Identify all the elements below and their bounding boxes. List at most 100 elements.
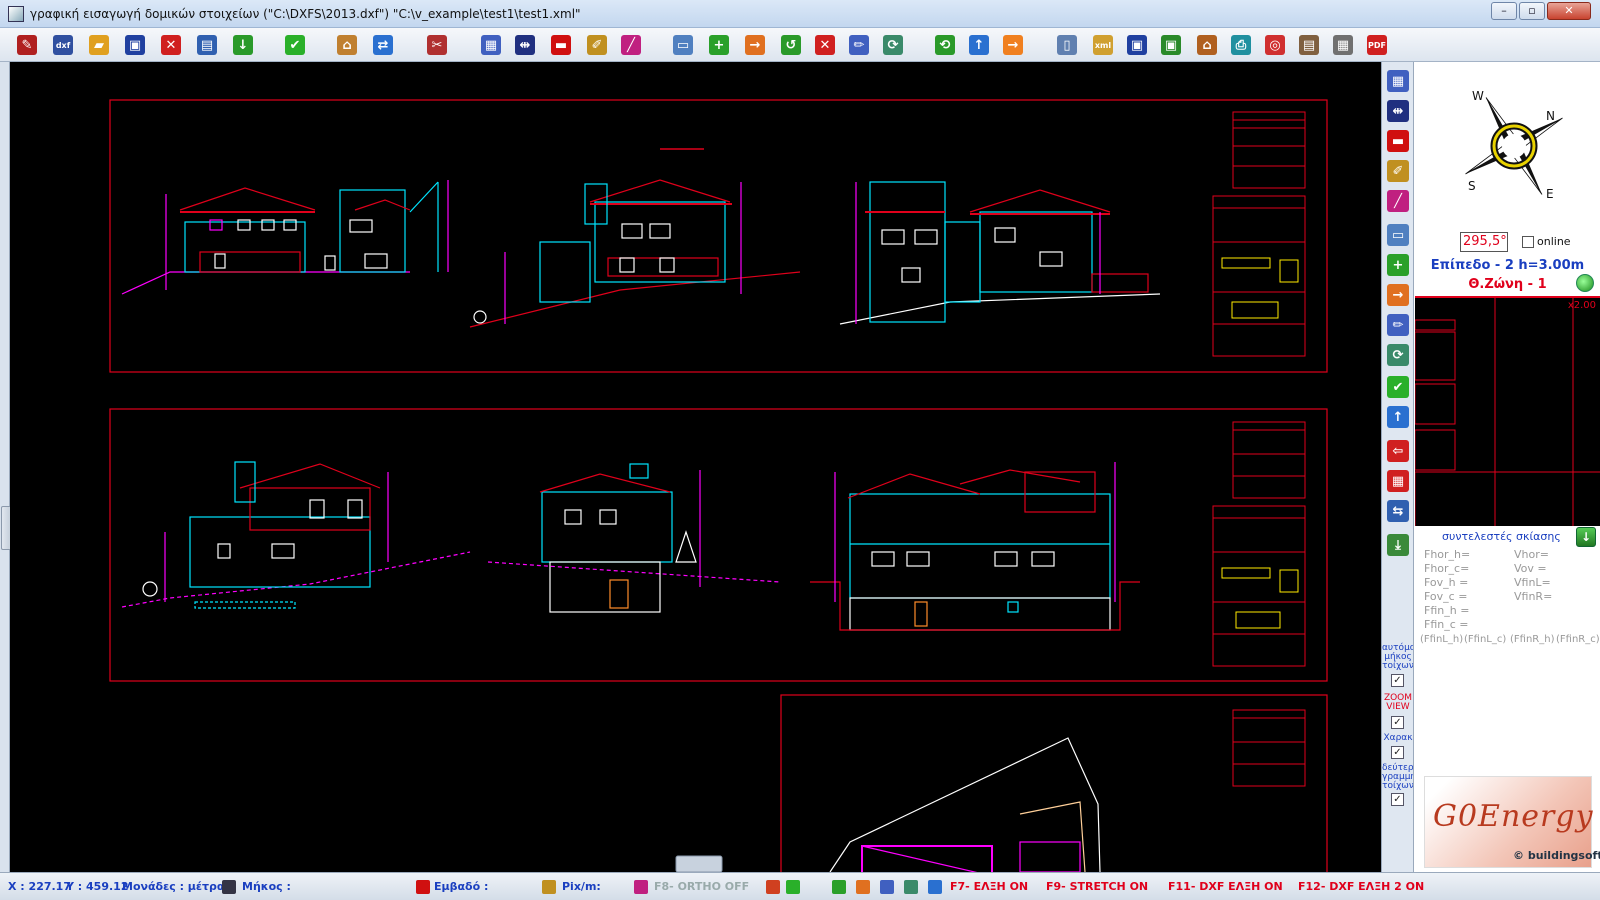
calculator-button[interactable]: ▦ [1330, 32, 1356, 58]
forward-button[interactable]: → [1000, 32, 1026, 58]
ortho-toggle[interactable]: F8- ORTHO OFF [654, 880, 749, 893]
status-add-icon[interactable] [832, 880, 846, 894]
down-arrow-button[interactable]: ↓ [230, 32, 256, 58]
confirm-icon[interactable] [786, 880, 800, 894]
maximize-button[interactable]: ▫ [1519, 2, 1545, 20]
side-wall-icon: ▬ [1387, 130, 1409, 152]
target-button[interactable]: ◎ [1262, 32, 1288, 58]
building-button[interactable]: ⌂ [334, 32, 360, 58]
open-folder-button[interactable]: ▰ [86, 32, 112, 58]
forward-icon: → [1003, 35, 1023, 55]
edit-tool-button[interactable]: ✎ [14, 32, 40, 58]
status-move-icon[interactable] [856, 880, 870, 894]
dxf-import-button[interactable]: dxf [50, 32, 76, 58]
second-line-checkbox[interactable]: ✓ [1391, 793, 1404, 806]
refresh-button[interactable]: ⟲ [932, 32, 958, 58]
sheet-frame-2 [109, 408, 1328, 682]
f9-stretch-toggle[interactable]: F9- STRETCH ON [1046, 880, 1148, 893]
tools-button[interactable]: ✂ [424, 32, 450, 58]
side-move-button[interactable]: → [1385, 282, 1411, 308]
new-doc-button[interactable]: ▯ [1054, 32, 1080, 58]
clipboard-icon: ▤ [1299, 35, 1319, 55]
shading-apply-button[interactable]: ↓ [1576, 527, 1596, 547]
side-confirm-button[interactable]: ✔ [1385, 374, 1411, 400]
coef-right-3: VfinR= [1514, 590, 1553, 603]
thermal-zone-label: Θ.Ζώνη - 1 [1468, 277, 1547, 292]
side-line-button[interactable]: ╱ [1385, 188, 1411, 214]
zone-status-indicator[interactable] [1576, 274, 1594, 292]
target-icon: ◎ [1265, 35, 1285, 55]
status-pick-icon[interactable] [928, 880, 942, 894]
side-up-button[interactable]: ↑ [1385, 404, 1411, 430]
f12-dxf-snap2-toggle[interactable]: F12- DXF ΕΛΞΗ 2 ON [1298, 880, 1424, 893]
left-scroll-strip [0, 62, 15, 872]
rotate-button[interactable]: ⟳ [880, 32, 906, 58]
coef-right-2: VfinL= [1514, 576, 1551, 589]
title-block-3 [1232, 709, 1306, 787]
save-2-button[interactable]: ▣ [1124, 32, 1150, 58]
xml-button[interactable]: xml [1090, 32, 1116, 58]
cancel-button[interactable]: ✕ [158, 32, 184, 58]
clipboard-button[interactable]: ▤ [1296, 32, 1322, 58]
dimension-button[interactable]: ⇹ [512, 32, 538, 58]
snap-icon[interactable] [766, 880, 780, 894]
side-page-button[interactable]: ▭ [1385, 222, 1411, 248]
delete-button[interactable]: ✕ [812, 32, 838, 58]
side-rotate-button[interactable]: ⟳ [1385, 342, 1411, 368]
minimap-preview[interactable]: x2.00 [1415, 296, 1600, 526]
side-draw-button[interactable]: ✐ [1385, 158, 1411, 184]
layers-button[interactable]: ▤ [194, 32, 220, 58]
compass-n: N [1546, 109, 1555, 123]
side-edit-line-button[interactable]: ✏ [1385, 312, 1411, 338]
charak-checkbox[interactable]: ✓ [1391, 746, 1404, 759]
side-swap-view-button[interactable]: ⇆ [1385, 498, 1411, 524]
compass-icon[interactable]: N S E W [1454, 86, 1574, 206]
print-button[interactable]: ⎙ [1228, 32, 1254, 58]
zoom-view-checkbox[interactable]: ✓ [1391, 716, 1404, 729]
save-button[interactable]: ▣ [122, 32, 148, 58]
status-edit-icon[interactable] [880, 880, 894, 894]
side-import-icon: ⤓ [1387, 534, 1409, 556]
side-exit-button[interactable]: ⇦ [1385, 438, 1411, 464]
section-3 [810, 462, 1140, 631]
close-button[interactable]: ✕ [1547, 2, 1591, 20]
pdf-button[interactable]: PDF [1364, 32, 1390, 58]
side-grid-button[interactable]: ▦ [1385, 468, 1411, 494]
cad-canvas[interactable] [10, 62, 1381, 872]
status-rotate-icon[interactable] [904, 880, 918, 894]
edit-line-button[interactable]: ✏ [846, 32, 872, 58]
side-import-button[interactable]: ⤓ [1385, 532, 1411, 558]
side-add-button[interactable]: + [1385, 252, 1411, 278]
minimize-button[interactable]: – [1491, 2, 1517, 20]
building-report-button[interactable]: ⌂ [1194, 32, 1220, 58]
line-button[interactable]: ╱ [618, 32, 644, 58]
open-folder-icon: ▰ [89, 35, 109, 55]
f11-dxf-snap-toggle[interactable]: F11- DXF ΕΛΞΗ ON [1168, 880, 1283, 893]
undo-button[interactable]: ↺ [778, 32, 804, 58]
ruler-icon [222, 880, 236, 894]
title-bar: γραφική εισαγωγή δομικών στοιχείων ("C:\… [0, 0, 1600, 28]
side-wall-button[interactable]: ▬ [1385, 128, 1411, 154]
plan-view-button[interactable]: ▦ [478, 32, 504, 58]
f7-snap-toggle[interactable]: F7- ΕΛΞΗ ON [950, 880, 1028, 893]
orientation-angle-input[interactable]: 295,5° [1460, 232, 1508, 252]
online-checkbox[interactable] [1522, 236, 1534, 248]
side-plan-view-button[interactable]: ▦ [1385, 68, 1411, 94]
wall-button[interactable]: ▬ [548, 32, 574, 58]
save-green-button[interactable]: ▣ [1158, 32, 1184, 58]
swap-button[interactable]: ⇄ [370, 32, 396, 58]
auto-length-checkbox[interactable]: ✓ [1391, 674, 1404, 687]
down-arrow-icon: ↓ [233, 35, 253, 55]
move-button[interactable]: → [742, 32, 768, 58]
draw-button[interactable]: ✐ [584, 32, 610, 58]
confirm-button[interactable]: ✔ [282, 32, 308, 58]
side-move-icon: → [1387, 284, 1409, 306]
side-dimension-button[interactable]: ⇹ [1385, 98, 1411, 124]
y-coordinate: Y : 459.12 [66, 880, 129, 893]
logo-subtext: © buildingsoft [1513, 849, 1600, 862]
up-button[interactable]: ↑ [966, 32, 992, 58]
page-button[interactable]: ▭ [670, 32, 696, 58]
auto-length-label: αυτόμα μήκος τοίχων [1382, 644, 1416, 671]
add-button[interactable]: + [706, 32, 732, 58]
save-2-icon: ▣ [1127, 35, 1147, 55]
